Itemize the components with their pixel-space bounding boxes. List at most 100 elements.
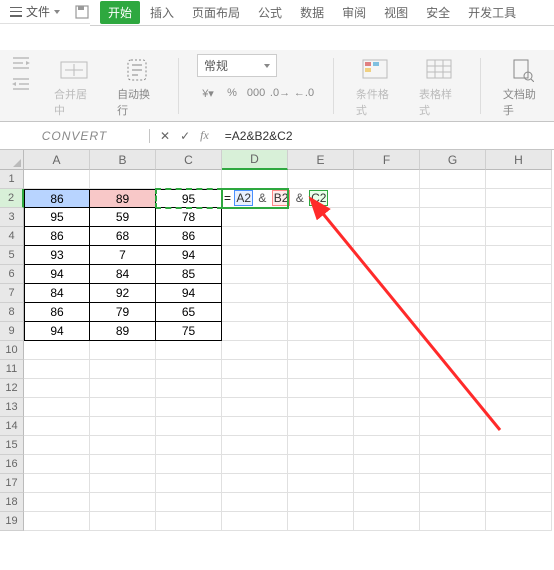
cell[interactable] [420,341,486,360]
row-header[interactable]: 4 [0,227,24,246]
cell[interactable] [354,417,420,436]
decimal-dec-icon[interactable]: ←.0 [293,83,315,103]
cell[interactable] [420,227,486,246]
app-menu-button[interactable]: 文件 [4,1,66,22]
cell[interactable] [486,322,552,341]
cell[interactable]: 86 [24,303,90,322]
row-header[interactable]: 19 [0,512,24,531]
cell[interactable] [156,170,222,189]
cell[interactable] [288,265,354,284]
cell[interactable] [288,303,354,322]
cell[interactable] [420,493,486,512]
doc-helper-group[interactable]: 文档助手 [499,54,546,120]
cell[interactable]: 59 [90,208,156,227]
col-header[interactable]: D [222,150,288,170]
cell[interactable] [222,208,288,227]
cell[interactable] [420,284,486,303]
cell[interactable] [24,512,90,531]
cell[interactable] [24,360,90,379]
row-header[interactable]: 9 [0,322,24,341]
cell[interactable] [354,512,420,531]
cell[interactable] [354,341,420,360]
cell[interactable] [486,170,552,189]
cell[interactable] [222,436,288,455]
cell[interactable] [354,379,420,398]
row-header[interactable]: 1 [0,170,24,189]
indent-right-icon[interactable] [12,77,30,94]
cell[interactable] [222,322,288,341]
cell[interactable] [288,455,354,474]
row-header[interactable]: 15 [0,436,24,455]
cell[interactable] [420,455,486,474]
cell[interactable] [420,436,486,455]
table-style-group[interactable]: 表格样式 [415,54,462,120]
cell[interactable]: 84 [24,284,90,303]
cell[interactable] [354,227,420,246]
tab-insert[interactable]: 插入 [142,0,182,25]
tab-security[interactable]: 安全 [418,0,458,25]
cell[interactable] [24,341,90,360]
col-header[interactable]: B [90,150,156,170]
cell[interactable] [90,474,156,493]
cell[interactable] [354,170,420,189]
cell[interactable] [420,170,486,189]
cell[interactable]: 68 [90,227,156,246]
cell[interactable]: 85 [156,265,222,284]
cell[interactable] [288,208,354,227]
cell[interactable]: 89 [90,322,156,341]
cell[interactable] [288,474,354,493]
cell[interactable] [156,379,222,398]
cell[interactable] [486,455,552,474]
save-icon[interactable] [74,4,90,20]
cell[interactable] [222,512,288,531]
cell[interactable] [288,417,354,436]
cell[interactable] [24,170,90,189]
cell[interactable] [288,246,354,265]
cell[interactable] [222,341,288,360]
cell[interactable] [288,360,354,379]
cell[interactable] [222,170,288,189]
row-header[interactable]: 3 [0,208,24,227]
cell[interactable] [288,322,354,341]
cell[interactable]: 79 [90,303,156,322]
row-header[interactable]: 13 [0,398,24,417]
cell[interactable] [420,322,486,341]
cell[interactable]: 75 [156,322,222,341]
cell[interactable] [222,379,288,398]
cell[interactable] [354,474,420,493]
name-box[interactable]: CONVERT [0,129,150,143]
col-header[interactable]: H [486,150,552,170]
cell[interactable] [288,284,354,303]
cell[interactable] [486,227,552,246]
cell[interactable] [156,341,222,360]
tab-view[interactable]: 视图 [376,0,416,25]
row-header[interactable]: 17 [0,474,24,493]
cell[interactable] [486,303,552,322]
cell[interactable] [420,246,486,265]
cell[interactable] [156,493,222,512]
row-header[interactable]: 18 [0,493,24,512]
cell[interactable] [486,398,552,417]
cell[interactable] [486,436,552,455]
cell[interactable] [24,379,90,398]
cell[interactable] [222,455,288,474]
cell[interactable]: 95 [156,189,222,208]
select-all-corner[interactable] [0,150,24,170]
cell[interactable] [288,398,354,417]
cell[interactable] [288,227,354,246]
cell[interactable] [486,493,552,512]
cell[interactable] [486,474,552,493]
cell[interactable] [354,208,420,227]
fx-icon[interactable]: fx [200,128,209,143]
cell[interactable] [354,436,420,455]
cell[interactable] [486,417,552,436]
active-cell[interactable]: = A2 & B2 & C2 [222,189,288,208]
confirm-icon[interactable]: ✓ [180,129,190,143]
cell[interactable] [222,246,288,265]
cell[interactable] [288,341,354,360]
cell[interactable] [486,360,552,379]
cell[interactable] [222,474,288,493]
cell[interactable] [486,208,552,227]
cell[interactable] [486,512,552,531]
cell[interactable] [90,417,156,436]
